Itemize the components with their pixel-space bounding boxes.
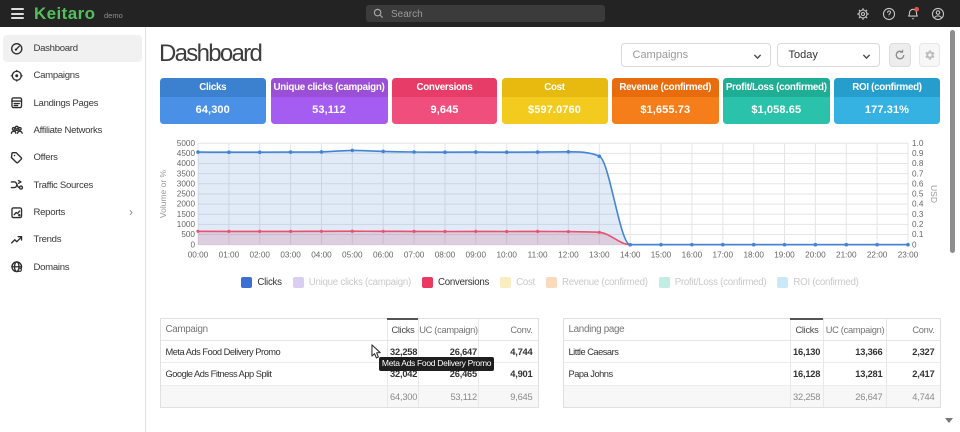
svg-text:3500: 3500 <box>177 169 196 178</box>
svg-text:0: 0 <box>190 240 195 249</box>
svg-text:04:00: 04:00 <box>311 251 332 260</box>
svg-text:16:00: 16:00 <box>682 251 703 260</box>
svg-text:12:00: 12:00 <box>558 251 579 260</box>
svg-text:22:00: 22:00 <box>867 251 888 260</box>
svg-text:4000: 4000 <box>177 159 196 168</box>
svg-text:01:00: 01:00 <box>219 251 240 260</box>
svg-text:21:00: 21:00 <box>836 251 857 260</box>
svg-text:0.9: 0.9 <box>912 149 924 158</box>
svg-text:05:00: 05:00 <box>342 251 363 260</box>
svg-text:0.1: 0.1 <box>912 230 924 239</box>
svg-text:0.8: 0.8 <box>912 159 924 168</box>
svg-text:07:00: 07:00 <box>404 251 425 260</box>
svg-text:15:00: 15:00 <box>651 251 672 260</box>
svg-text:02:00: 02:00 <box>249 251 270 260</box>
svg-text:18:00: 18:00 <box>743 251 764 260</box>
svg-text:11:00: 11:00 <box>528 251 548 260</box>
svg-text:09:00: 09:00 <box>466 251 487 260</box>
svg-text:1500: 1500 <box>177 210 196 219</box>
svg-text:2500: 2500 <box>177 190 196 199</box>
svg-text:08:00: 08:00 <box>435 251 456 260</box>
svg-text:1.0: 1.0 <box>912 139 924 148</box>
svg-text:0.7: 0.7 <box>912 169 924 178</box>
svg-text:USD: USD <box>929 185 939 203</box>
svg-text:0.2: 0.2 <box>912 220 924 229</box>
svg-text:0: 0 <box>912 240 917 249</box>
svg-text:0.3: 0.3 <box>912 210 924 219</box>
svg-text:00:00: 00:00 <box>188 251 209 260</box>
svg-text:14:00: 14:00 <box>620 251 641 260</box>
svg-text:0.6: 0.6 <box>912 179 924 188</box>
svg-text:19:00: 19:00 <box>774 251 795 260</box>
svg-text:0.4: 0.4 <box>912 200 924 209</box>
svg-text:23:00: 23:00 <box>898 251 919 260</box>
svg-text:13:00: 13:00 <box>589 251 610 260</box>
svg-text:4500: 4500 <box>177 149 196 158</box>
svg-text:2000: 2000 <box>177 200 196 209</box>
svg-text:17:00: 17:00 <box>713 251 734 260</box>
svg-text:03:00: 03:00 <box>280 251 301 260</box>
svg-text:0.5: 0.5 <box>912 190 924 199</box>
svg-text:500: 500 <box>181 230 195 239</box>
svg-text:20:00: 20:00 <box>805 251 826 260</box>
svg-text:5000: 5000 <box>177 139 196 148</box>
svg-text:06:00: 06:00 <box>373 251 394 260</box>
svg-text:Volume or %: Volume or % <box>160 169 168 218</box>
svg-text:10:00: 10:00 <box>496 251 517 260</box>
svg-text:1000: 1000 <box>177 220 196 229</box>
svg-text:3000: 3000 <box>177 179 196 188</box>
